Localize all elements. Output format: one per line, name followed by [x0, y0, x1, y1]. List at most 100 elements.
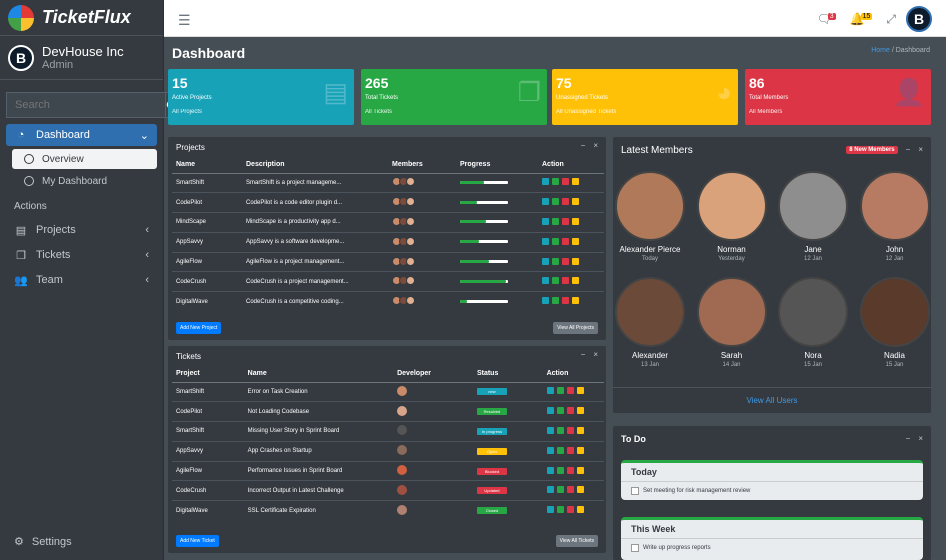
nav-settings[interactable]: ⚙ Settings [14, 535, 72, 549]
trash-icon[interactable] [562, 257, 569, 265]
developer-avatar[interactable] [397, 484, 408, 495]
archive-icon[interactable] [576, 466, 584, 474]
archive-icon[interactable] [576, 387, 584, 395]
table-row[interactable]: MindScape MindScape is a productivity app… [172, 212, 604, 233]
table-row[interactable]: SmartShift SmartShift is a project manage… [172, 172, 604, 193]
folder-icon[interactable] [552, 198, 559, 206]
topbar-avatar[interactable]: B [906, 6, 932, 32]
trash-icon[interactable] [562, 297, 569, 305]
nav-my-dashboard[interactable]: My Dashboard [12, 171, 157, 191]
developer-avatar[interactable] [397, 405, 408, 416]
edit-icon[interactable] [546, 506, 554, 514]
folder-icon[interactable] [556, 387, 564, 395]
member-card[interactable]: Alexander Pierce Today [610, 171, 690, 262]
stat-link[interactable]: All Projects [172, 109, 350, 115]
view-all-projects-button[interactable]: View All Projects [553, 322, 598, 334]
trash-icon[interactable] [566, 426, 574, 434]
member-card[interactable]: Sarah 14 Jan [692, 277, 772, 368]
edit-icon[interactable] [542, 198, 549, 206]
archive-icon[interactable] [572, 277, 579, 285]
member-card[interactable]: John 12 Jan [855, 171, 935, 262]
trash-icon[interactable] [566, 407, 574, 415]
trash-icon[interactable] [562, 198, 569, 206]
table-row[interactable]: AppSavvy AppSavvy is a software developme… [172, 231, 604, 253]
edit-icon[interactable] [542, 178, 549, 186]
member-card[interactable]: Alexander 13 Jan [610, 277, 690, 368]
table-row[interactable]: CodeCrush Incorrect Output in Latest Chal… [172, 480, 604, 501]
menu-icon[interactable]: ☰ [178, 12, 191, 29]
edit-icon[interactable] [542, 237, 549, 245]
archive-icon[interactable] [576, 506, 584, 514]
folder-icon[interactable] [552, 297, 559, 305]
edit-icon[interactable] [542, 257, 549, 265]
trash-icon[interactable] [566, 466, 574, 474]
table-row[interactable]: SmartShift Missing User Story in Sprint B… [172, 421, 604, 442]
folder-icon[interactable] [552, 178, 559, 186]
archive-icon[interactable] [576, 407, 584, 415]
trash-icon[interactable] [562, 178, 569, 186]
trash-icon[interactable] [562, 277, 569, 285]
archive-icon[interactable] [572, 297, 579, 305]
close-icon[interactable]: × [593, 141, 598, 150]
fullscreen-icon[interactable]: ⤢ [886, 12, 896, 27]
member-card[interactable]: Norman Yesterday [692, 171, 772, 262]
archive-icon[interactable] [576, 486, 584, 494]
checkbox[interactable] [631, 487, 639, 495]
archive-icon[interactable] [572, 198, 579, 206]
todo-item[interactable]: Write up progress reports [621, 539, 923, 557]
close-icon[interactable]: × [593, 350, 598, 359]
edit-icon[interactable] [546, 426, 554, 434]
member-card[interactable]: Jane 12 Jan [773, 171, 853, 262]
trash-icon[interactable] [566, 506, 574, 514]
edit-icon[interactable] [546, 407, 554, 415]
table-row[interactable]: DigitalWave SSL Certificate Expiration Clo… [172, 500, 604, 521]
developer-avatar[interactable] [397, 385, 408, 396]
trash-icon[interactable] [562, 237, 569, 245]
developer-avatar[interactable] [397, 504, 408, 515]
edit-icon[interactable] [546, 486, 554, 494]
close-icon[interactable]: × [918, 434, 923, 443]
folder-icon[interactable] [556, 466, 564, 474]
member-avatar[interactable] [406, 256, 415, 266]
todo-item[interactable]: Set meeting for risk management review [621, 482, 923, 500]
brand[interactable]: TicketFlux [0, 0, 163, 36]
archive-icon[interactable] [572, 257, 579, 265]
nav-dashboard[interactable]: ◔ Dashboard ⌄ [6, 124, 157, 146]
edit-icon[interactable] [542, 297, 549, 305]
member-card[interactable]: Nora 15 Jan [773, 277, 853, 368]
edit-icon[interactable] [546, 446, 554, 454]
nav-tickets[interactable]: ❐ Tickets ‹ [6, 244, 157, 266]
user-panel[interactable]: B DevHouse Inc Admin [0, 36, 163, 80]
nav-overview[interactable]: Overview [12, 149, 157, 169]
collapse-icon[interactable]: − [581, 350, 586, 359]
edit-icon[interactable] [542, 277, 549, 285]
stat-link[interactable]: All Unassigned Tickets [556, 109, 734, 115]
member-avatar[interactable] [406, 236, 415, 246]
archive-icon[interactable] [572, 217, 579, 225]
developer-avatar[interactable] [397, 465, 408, 476]
checkbox[interactable] [631, 544, 639, 552]
folder-icon[interactable] [556, 446, 564, 454]
table-row[interactable]: AppSavvy App Crashes on Startup Open [172, 440, 604, 462]
member-avatar[interactable] [406, 197, 415, 207]
archive-icon[interactable] [576, 426, 584, 434]
folder-icon[interactable] [552, 217, 559, 225]
member-card[interactable]: Nadia 15 Jan [855, 277, 935, 368]
edit-icon[interactable] [546, 466, 554, 474]
folder-icon[interactable] [556, 486, 564, 494]
edit-icon[interactable] [542, 217, 549, 225]
collapse-icon[interactable]: − [906, 434, 911, 443]
folder-icon[interactable] [556, 506, 564, 514]
stat-link[interactable]: All Tickets [365, 109, 543, 115]
table-row[interactable]: CodePilot Not Loading Codebase Resolved [172, 401, 604, 422]
member-avatar[interactable] [406, 216, 415, 226]
view-all-tickets-button[interactable]: View All Tickets [555, 535, 598, 547]
collapse-icon[interactable]: − [581, 141, 586, 150]
table-row[interactable]: AgileFlow Performance Issues in Sprint Bo… [172, 460, 604, 481]
view-all-users-link[interactable]: View All Users [613, 387, 931, 413]
folder-icon[interactable] [552, 277, 559, 285]
folder-icon[interactable] [556, 426, 564, 434]
messages-icon[interactable]: 🗨3 [817, 12, 840, 26]
trash-icon[interactable] [566, 387, 574, 395]
trash-icon[interactable] [562, 217, 569, 225]
